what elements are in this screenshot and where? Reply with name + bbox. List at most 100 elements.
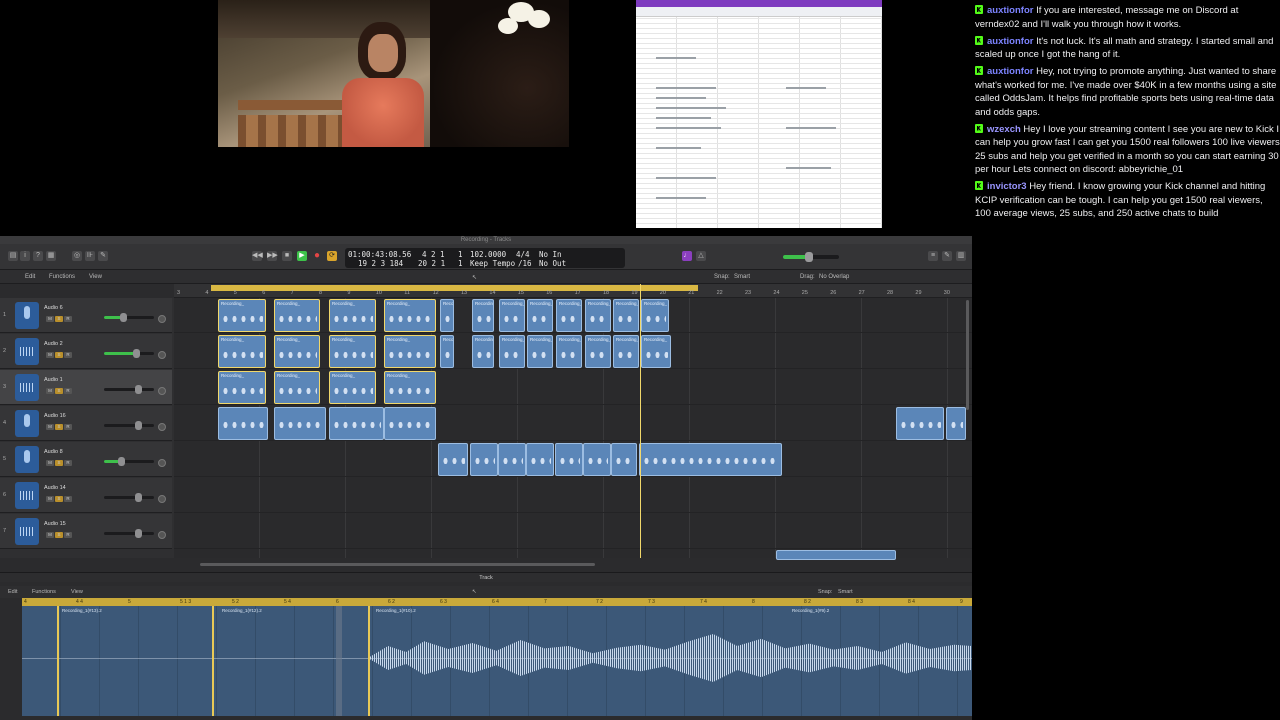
microphone-icon[interactable] [15,446,39,473]
audio-region[interactable] [384,407,436,440]
pan-knob[interactable] [158,495,166,503]
pan-knob[interactable] [158,387,166,395]
track-lane[interactable]: Recording_ Recording_ Recording_ Recording_… [174,298,972,333]
editor-ruler[interactable]: 4 4 4 5 5 1 3 5 2 5 4 6 6 2 6 3 6 4 7 7 2 7 3 7 4 8 8 2… [22,598,972,606]
waveform-icon[interactable] [15,482,39,509]
waveform-icon[interactable] [15,374,39,401]
audio-region[interactable] [555,443,583,476]
list-editors-button[interactable]: ≡ [928,251,938,261]
track-header[interactable]: 3 Audio 1 MSR [0,370,172,405]
chat-username[interactable]: auxtionfor [987,5,1033,16]
stop-button[interactable]: ■ [282,251,292,261]
mute-button[interactable]: M [46,388,54,394]
playhead[interactable] [640,284,641,558]
volume-fader[interactable] [104,313,154,322]
cycle-button[interactable]: ⟳ [327,251,337,261]
record-enable-button[interactable]: R [64,424,72,430]
audio-editor[interactable]: Recording_1(#13).2 Recording_1(#12).2 Re… [22,606,972,716]
audio-region[interactable]: Recording_ [613,335,639,368]
record-enable-button[interactable]: R [64,496,72,502]
track-header[interactable]: 6 Audio 14 M S R [0,478,172,513]
fader-knob[interactable] [135,421,142,430]
track-name[interactable]: Audio 2 [44,341,63,347]
editor-snap-select[interactable]: Smart [838,589,853,595]
mixer-button[interactable]: ⊪ [85,251,95,261]
track-header[interactable]: 1 Audio 6 MSR [0,298,172,333]
audio-region[interactable]: Recording_ [274,335,320,368]
audio-region[interactable]: Recording_ [527,335,553,368]
record-enable-button[interactable]: R [64,460,72,466]
fader-knob[interactable] [135,529,142,538]
snap-select[interactable]: Smart [734,274,750,280]
fader-knob[interactable] [135,385,142,394]
audio-region[interactable] [776,550,896,560]
audio-region[interactable] [639,443,782,476]
solo-button[interactable]: S [55,352,63,358]
pan-knob[interactable] [158,531,166,539]
volume-fader[interactable] [104,457,154,466]
audio-region[interactable]: Recording_ [641,335,671,368]
audio-region[interactable]: Recording_ [384,335,436,368]
library-button[interactable]: ▤ [8,251,18,261]
mute-button[interactable]: M [46,352,54,358]
pan-knob[interactable] [158,423,166,431]
audio-region[interactable]: Recording_ [384,299,436,332]
editor-menu-edit[interactable]: Edit [8,589,17,595]
mute-button[interactable]: M [46,424,54,430]
arrange-area[interactable]: Recording_ Recording_ Recording_ Recording_… [174,298,972,560]
audio-region[interactable] [329,407,384,440]
audio-region[interactable]: Recording_ [274,371,320,404]
track-header[interactable]: 5 Audio 8 MSR [0,442,172,477]
waveform-icon[interactable] [15,338,39,365]
mute-button[interactable]: M [46,496,54,502]
fader-knob[interactable] [135,493,142,502]
audio-region[interactable]: Recording_ [218,299,266,332]
audio-region[interactable]: Recording_ [329,335,376,368]
solo-button[interactable]: S [55,388,63,394]
vertical-scrollbar[interactable] [966,300,969,410]
audio-region[interactable]: Recording_ [472,299,494,332]
chat-username[interactable]: wzexch [987,124,1021,135]
pan-knob[interactable] [158,459,166,467]
help-button[interactable]: ? [33,251,43,261]
audio-region[interactable] [274,407,326,440]
audio-region[interactable]: Recording_ [472,335,494,368]
pointer-tool-icon[interactable]: ↖ [472,274,477,281]
editors-button[interactable]: ✎ [98,251,108,261]
microphone-icon[interactable] [15,302,39,329]
audio-region[interactable]: Recording_ [556,335,582,368]
audio-region[interactable] [611,443,637,476]
region-boundary[interactable] [212,606,214,716]
track-name[interactable]: Audio 8 [44,449,63,455]
menu-edit[interactable]: Edit [25,274,35,280]
lcd-display[interactable]: 01:00:43:08.56 19 2 3 184 4 2 1 20 2 1 1… [345,248,625,268]
menu-functions[interactable]: Functions [49,274,75,280]
audio-region[interactable]: Recording_ [613,299,639,332]
audio-region[interactable] [498,443,526,476]
volume-fader[interactable] [104,493,154,502]
chat-username[interactable]: auxtionfor [987,36,1033,47]
drag-select[interactable]: No Overlap [819,274,849,280]
mute-button[interactable]: M [46,532,54,538]
fader-knob[interactable] [132,349,140,358]
audio-region[interactable] [583,443,611,476]
audio-region[interactable]: Recording_ [218,335,266,368]
track-name[interactable]: Audio 14 [44,485,66,491]
pan-knob[interactable] [158,315,166,323]
audio-region[interactable] [218,407,268,440]
count-in-button[interactable]: ♩ [682,251,692,261]
audio-region[interactable] [526,443,554,476]
audio-region[interactable] [438,443,468,476]
rewind-button[interactable]: ◀◀ [252,251,263,261]
audio-region[interactable]: Recording_ [527,299,553,332]
audio-region[interactable] [946,407,966,440]
fader-knob[interactable] [117,457,125,466]
browsers-button[interactable]: ▥ [956,251,966,261]
audio-region[interactable]: Recording_ [440,299,454,332]
solo-button[interactable]: S [55,316,63,322]
track-lane[interactable]: Recording_ Recording_ Recording_ Recording_ [174,370,972,405]
fader-knob[interactable] [120,313,127,322]
toolbar-button[interactable]: ▦ [46,251,56,261]
mute-button[interactable]: M [46,316,54,322]
volume-fader[interactable] [104,529,154,538]
